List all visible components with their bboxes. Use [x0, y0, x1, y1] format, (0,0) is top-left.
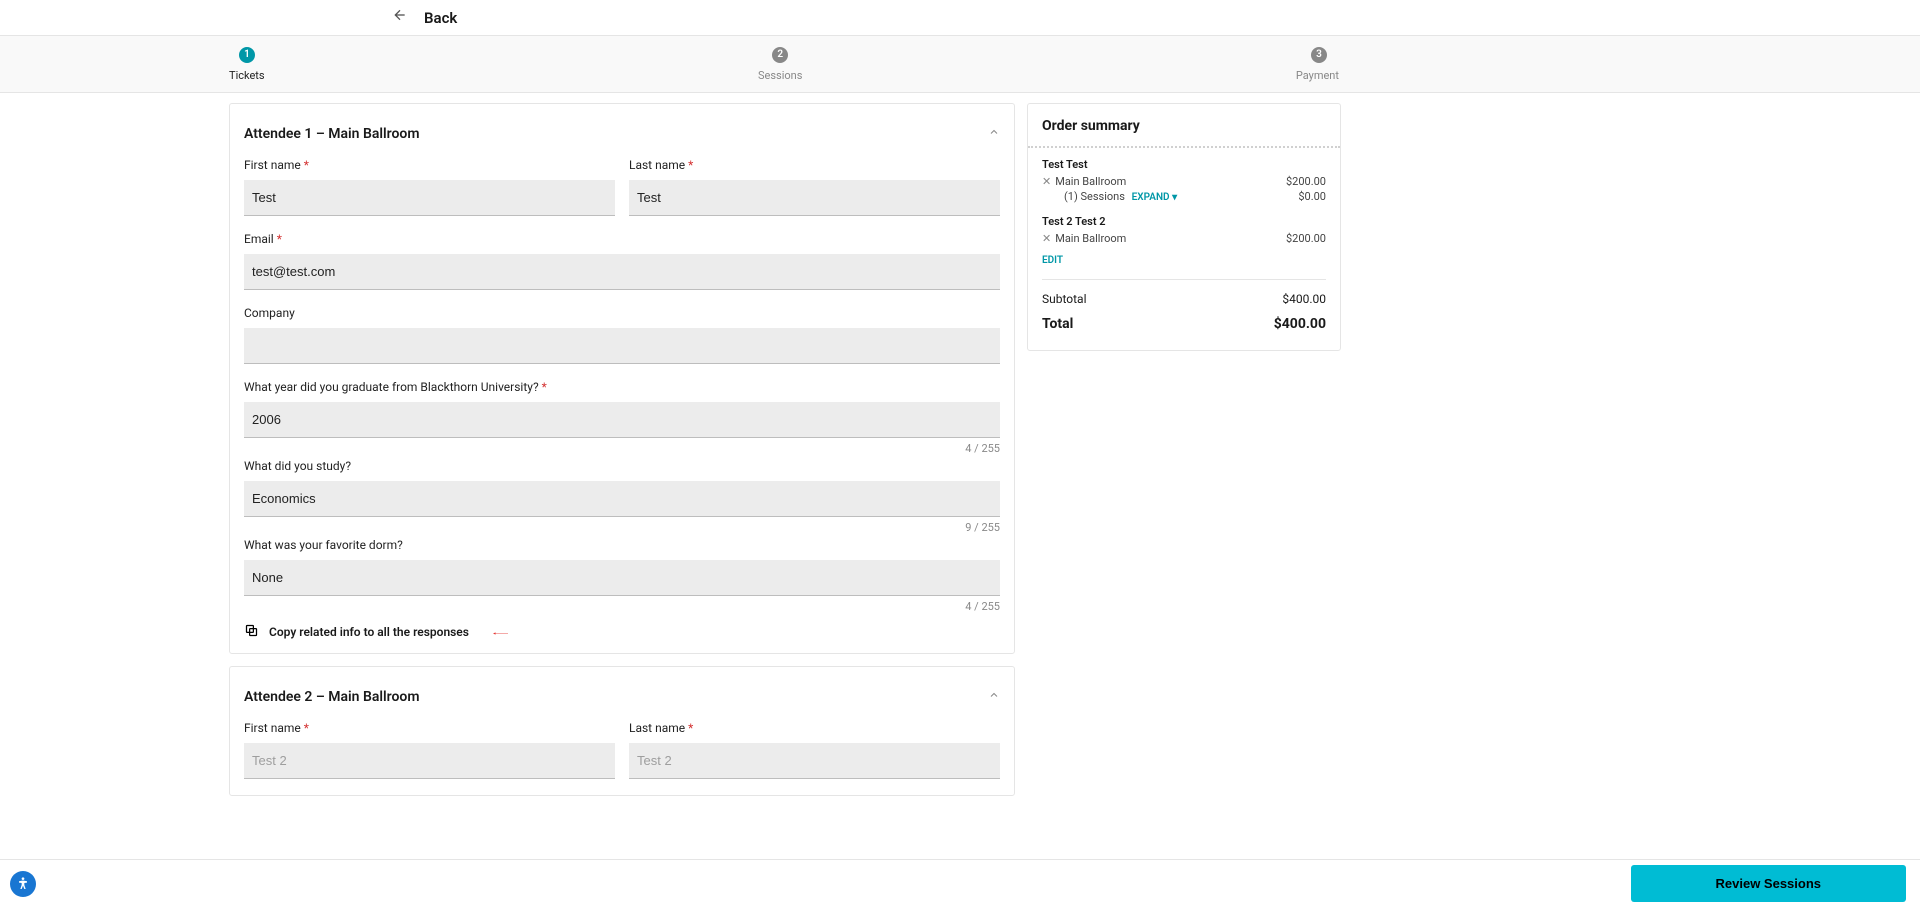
email-label: Email * — [244, 232, 1000, 246]
back-label: Back — [424, 9, 457, 27]
subtotal-row: Subtotal $400.00 — [1042, 292, 1326, 306]
email-input[interactable] — [244, 254, 1000, 290]
remove-ticket-icon[interactable]: ✕ — [1042, 232, 1051, 245]
chevron-down-icon: ▾ — [1172, 192, 1177, 203]
dorm-counter: 4 / 255 — [244, 600, 1000, 613]
step-3-label: Payment — [1296, 69, 1339, 82]
first-name-input[interactable] — [244, 180, 615, 216]
step-tickets[interactable]: 1 Tickets — [229, 42, 265, 82]
summary-attendee-name: Test 2 Test 2 — [1042, 215, 1326, 228]
remove-ticket-icon[interactable]: ✕ — [1042, 175, 1051, 188]
dorm-label: What was your favorite dorm? — [244, 538, 1000, 552]
step-1-label: Tickets — [229, 69, 265, 82]
step-2-circle: 2 — [772, 47, 788, 63]
study-label: What did you study? — [244, 459, 1000, 473]
copy-label: Copy related info to all the responses — [269, 625, 469, 639]
study-input[interactable] — [244, 481, 1000, 517]
study-counter: 9 / 255 — [244, 521, 1000, 534]
grad-year-counter: 4 / 255 — [244, 442, 1000, 455]
last-name-input[interactable] — [629, 743, 1000, 779]
summary-ticket-price: $200.00 — [1286, 175, 1326, 188]
top-toolbar: Back — [0, 0, 1920, 36]
summary-ticket-line: ✕ Main Ballroom $200.00 — [1042, 175, 1326, 188]
last-name-input[interactable] — [629, 180, 1000, 216]
copy-icon — [244, 623, 259, 641]
company-input[interactable] — [244, 328, 1000, 364]
summary-attendee-name: Test Test — [1042, 158, 1326, 171]
step-3-circle: 3 — [1311, 47, 1327, 63]
sessions-count: (1) Sessions — [1064, 190, 1125, 203]
order-summary-card: Order summary Test Test ✕ Main Ballroom … — [1027, 103, 1341, 351]
grad-year-label: What year did you graduate from Blacktho… — [244, 380, 1000, 394]
step-2-label: Sessions — [758, 69, 802, 82]
step-sessions[interactable]: 2 Sessions — [758, 42, 802, 82]
order-summary-title: Order summary — [1042, 118, 1326, 134]
attendee-2-title: Attendee 2 – Main Ballroom — [244, 689, 420, 705]
summary-ticket-price: $200.00 — [1286, 232, 1326, 245]
attendee-1-card: Attendee 1 – Main Ballroom First name * … — [229, 103, 1015, 654]
chevron-up-icon — [988, 126, 1000, 141]
dorm-input[interactable] — [244, 560, 1000, 596]
sessions-price: $0.00 — [1298, 190, 1326, 203]
attendee-2-toggle[interactable]: Attendee 2 – Main Ballroom — [244, 667, 1000, 721]
accessibility-icon[interactable] — [10, 871, 36, 897]
copy-to-all-button[interactable]: Copy related info to all the responses — [244, 617, 1000, 653]
summary-ticket-line: ✕ Main Ballroom $200.00 — [1042, 232, 1326, 245]
first-name-label: First name * — [244, 158, 615, 172]
dotted-divider — [1028, 146, 1340, 148]
last-name-label: Last name * — [629, 158, 1000, 172]
attendee-2-card: Attendee 2 – Main Ballroom First name * … — [229, 666, 1015, 796]
review-sessions-button[interactable]: Review Sessions — [1631, 865, 1907, 902]
back-button[interactable]: Back — [392, 7, 457, 28]
attendee-1-title: Attendee 1 – Main Ballroom — [244, 126, 420, 142]
summary-ticket-name: Main Ballroom — [1055, 232, 1126, 245]
first-name-label: First name * — [244, 721, 615, 735]
back-arrow-icon — [392, 7, 408, 28]
last-name-label: Last name * — [629, 721, 1000, 735]
summary-sessions-line: (1) Sessions EXPAND ▾ $0.00 — [1042, 190, 1326, 203]
chevron-up-icon — [988, 689, 1000, 704]
attendee-1-toggle[interactable]: Attendee 1 – Main Ballroom — [244, 104, 1000, 158]
company-label: Company — [244, 306, 1000, 320]
total-row: Total $400.00 — [1042, 316, 1326, 332]
edit-order-button[interactable]: EDIT — [1042, 255, 1063, 266]
step-payment[interactable]: 3 Payment — [1296, 42, 1339, 82]
summary-ticket-name: Main Ballroom — [1055, 175, 1126, 188]
grad-year-input[interactable] — [244, 402, 1000, 438]
first-name-input[interactable] — [244, 743, 615, 779]
footer-bar: Review Sessions — [0, 859, 1920, 907]
step-1-circle: 1 — [239, 47, 255, 63]
expand-sessions-button[interactable]: EXPAND ▾ — [1132, 192, 1177, 203]
checkout-stepper: 1 Tickets 2 Sessions 3 Payment — [0, 36, 1920, 93]
